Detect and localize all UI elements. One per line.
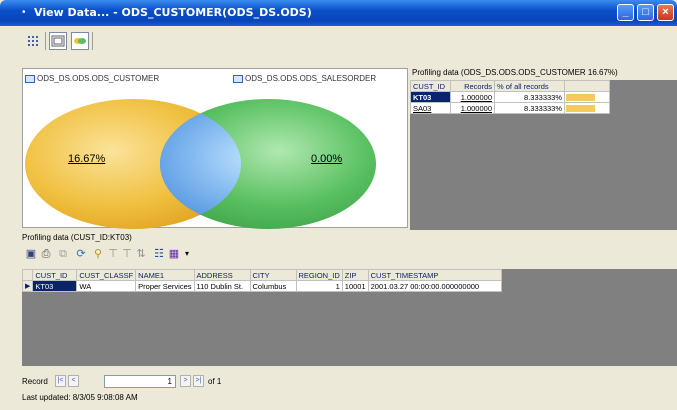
percent-bar-cell [564,102,610,114]
chart-view-icon [51,35,65,47]
column-header[interactable]: CUST_ID [32,269,78,281]
last-updated-status: Last updated: 8/3/05 9:08:08 AM [22,393,138,402]
filter-add-icon[interactable]: ⊤ [106,247,120,261]
percent-cell: 8.333333% [494,102,565,114]
column-header[interactable]: ADDRESS [193,269,251,281]
title-bar: • View Data... - ODS_CUSTOMER(ODS_DS.ODS… [0,0,677,26]
profiling-detail-table: CUST_ID CUST_CLASSF NAME1 ADDRESS CITY R… [21,269,503,292]
record-label: Record [22,377,48,386]
column-header[interactable]: Records [450,80,495,92]
maximize-button[interactable]: □ [637,4,654,21]
column-header[interactable]: CITY [249,269,297,281]
region-id-cell[interactable]: 1 [295,280,343,292]
column-header[interactable]: % of all records [494,80,565,92]
close-button[interactable]: × [657,4,674,21]
column-header[interactable]: NAME1 [135,269,195,281]
chart-view-button[interactable] [49,32,67,50]
venn-diagram [25,99,376,229]
table-row[interactable]: ▶ KT03 WA Proper Services 110 Dublin St.… [21,280,503,292]
table-header-row: CUST_ID CUST_CLASSF NAME1 ADDRESS CITY R… [21,269,503,281]
profiling-summary-title: Profiling data (ODS_DS.ODS.ODS_CUSTOMER … [410,68,677,80]
first-record-button[interactable]: |< [55,375,66,387]
venn-view-icon [74,38,86,44]
next-record-button[interactable]: > [180,375,191,387]
grid-view-button[interactable] [24,32,42,50]
minimize-button[interactable]: _ [617,4,634,21]
refresh-icon[interactable]: ⟳ [74,247,88,261]
filter-remove-icon[interactable]: ⊤ [120,247,134,261]
column-header [564,80,610,92]
venn-view-button[interactable] [71,32,89,50]
left-percentage-link[interactable]: 16.67% [68,153,105,165]
view-data-window: • View Data... - ODS_CUSTOMER(ODS_DS.ODS… [0,0,677,410]
column-header[interactable]: CUST_CLASSF [76,269,137,281]
zip-cell[interactable]: 10001 [341,280,369,292]
cust-id-cell[interactable]: KT03 [32,280,78,292]
column-header[interactable]: CUST_TIMESTAMP [367,269,503,281]
city-cell[interactable]: Columbus [249,280,297,292]
venn-diagram-panel: ODS_DS.ODS.ODS_CUSTOMER ODS_DS.ODS.ODS_S… [22,68,408,229]
address-cell[interactable]: 110 Dublin St. [193,280,251,292]
detail-toolbar: ▣ ⎙ ⧉ ⟳ ⚲ ⊤ ⊤ ⇅ ☷ ▦ ▾ [22,243,322,265]
chevron-down-icon[interactable]: ▾ [180,247,194,261]
percent-cell: 8.333333% [494,91,565,103]
window-icon: • [22,7,26,18]
sort-icon[interactable]: ⇅ [134,247,148,261]
view-toolbar [22,28,122,54]
column-header[interactable]: ZIP [341,269,369,281]
profiling-summary-table: CUST_ID Records % of all records KT03 1.… [410,80,610,114]
profiling-detail-grid: CUST_ID CUST_CLASSF NAME1 ADDRESS CITY R… [21,269,677,366]
records-cell[interactable]: 1.000000 [450,102,495,114]
columns-icon[interactable]: ☷ [152,247,166,261]
percent-bar [566,105,595,112]
current-row-indicator: ▶ [21,280,34,292]
name1-cell[interactable]: Proper Services [135,280,195,292]
row-header-corner [21,269,34,281]
grid-view-icon [28,36,38,46]
cust-classf-cell[interactable]: WA [76,280,137,292]
table-header-row: CUST_ID Records % of all records [410,80,610,92]
previous-record-button[interactable]: < [68,375,79,387]
records-cell[interactable]: 1.000000 [450,91,495,103]
column-header[interactable]: REGION_ID [295,269,343,281]
cust-timestamp-cell[interactable]: 2001.03.27 00:00:00.000000000 [367,280,503,292]
filter-icon[interactable]: ⚲ [91,247,105,261]
cust-id-cell[interactable]: KT03 [410,91,451,103]
toolbar-separator [92,32,93,50]
table-row[interactable]: KT03 1.000000 8.333333% [410,91,610,103]
record-navigator: Record |< < 1 > >| of 1 [22,372,272,390]
chart-icon[interactable]: ▦ [167,247,181,261]
table-row[interactable]: SA03 1.000000 8.333333% [410,102,610,114]
percent-bar-cell [564,91,610,103]
profiling-summary-panel: Profiling data (ODS_DS.ODS.ODS_CUSTOMER … [410,68,677,230]
cust-id-cell[interactable]: SA03 [410,102,451,114]
window-title: View Data... - ODS_CUSTOMER(ODS_DS.ODS) [34,6,312,19]
record-count-label: of 1 [208,377,222,386]
print-icon[interactable]: ⎙ [39,247,53,261]
percent-bar [566,94,595,101]
record-number-input[interactable]: 1 [104,375,176,388]
profiling-detail-title: Profiling data (CUST_ID:KT03) [22,233,132,242]
toolbar-separator [45,32,46,50]
right-percentage-link[interactable]: 0.00% [311,153,342,165]
last-record-button[interactable]: >| [193,375,204,387]
copy-icon[interactable]: ⧉ [56,247,70,261]
save-icon[interactable]: ▣ [24,247,38,261]
column-header[interactable]: CUST_ID [410,80,451,92]
